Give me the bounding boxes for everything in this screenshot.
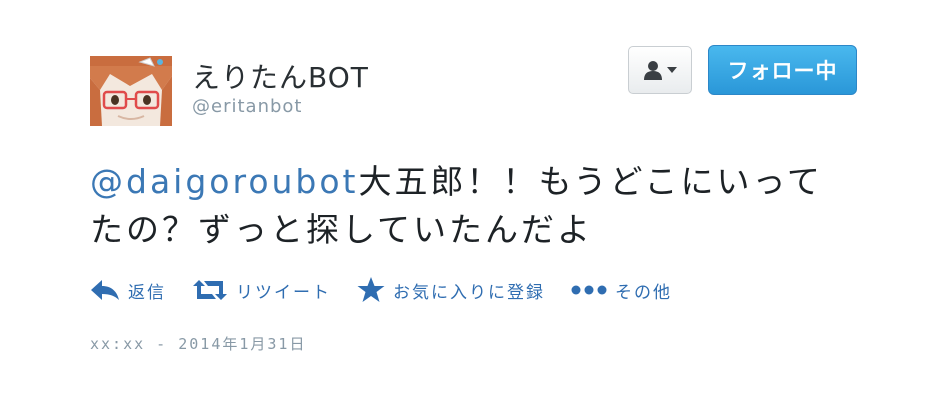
retweet-label: リツイート [236, 282, 331, 303]
display-name[interactable]: えりたんBOT [192, 56, 369, 96]
avatar[interactable] [90, 56, 172, 126]
screen-name[interactable]: @eritanbot [192, 96, 302, 117]
tweet-text: @daigoroubot大五郎！！もうどこにいって たの？ずっと探していたんだよ [90, 158, 880, 254]
reply-action[interactable]: 返信 [90, 278, 166, 303]
favorite-label: お気に入りに登録 [393, 282, 545, 303]
user-silhouette-icon [644, 61, 662, 80]
following-button[interactable]: フォロー中 [708, 45, 857, 95]
three-dots-icon [571, 285, 607, 295]
retweet-action[interactable]: リツイート [192, 278, 331, 303]
avatar-illustration [90, 56, 172, 126]
tweet-timestamp[interactable]: xx:xx - 2014年1月31日 [90, 333, 306, 354]
caret-down-icon [667, 67, 677, 73]
tweet-text-line2: たの？ずっと探していたんだよ [90, 210, 594, 249]
reply-label: 返信 [128, 282, 166, 303]
reply-arrow-icon [91, 280, 119, 300]
favorite-action[interactable]: お気に入りに登録 [357, 277, 545, 303]
mention-link[interactable]: @daigoroubot [90, 162, 359, 201]
retweet-icon [193, 280, 227, 300]
tweet-text-line1: 大五郎！！もうどこにいって [358, 162, 823, 201]
more-label: その他 [615, 282, 672, 303]
more-action[interactable]: その他 [571, 278, 672, 303]
tweet-actions: 返信 リツイート お気に入りに登録 その他 [90, 274, 698, 306]
star-icon [357, 277, 385, 302]
user-actions-dropdown[interactable] [628, 46, 692, 94]
